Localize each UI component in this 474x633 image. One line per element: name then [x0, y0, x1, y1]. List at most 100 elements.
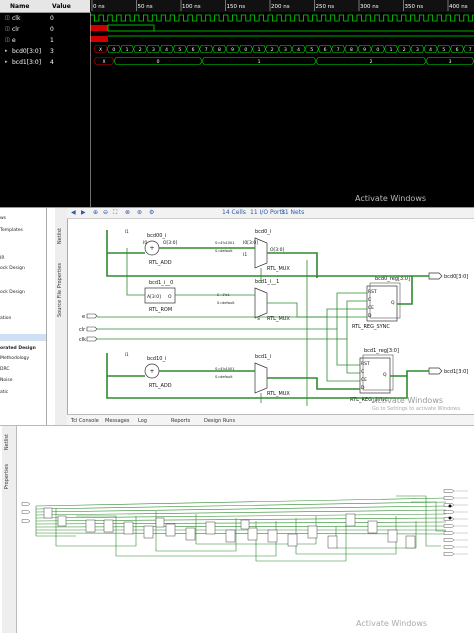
netlist-cell: [405, 535, 416, 549]
flow-navigator-item[interactable]: ation: [0, 316, 11, 321]
netlist-cell: [367, 520, 378, 534]
bcd0-value: 2: [139, 47, 142, 53]
cells-count[interactable]: 14 Cells: [222, 209, 246, 216]
signal-name: clr: [12, 26, 20, 33]
signal-row[interactable]: ▸ bcd0[3:0] 3: [0, 46, 90, 57]
q-label: Q: [383, 372, 387, 378]
d-label: D: [368, 313, 372, 319]
mux-symbol: [254, 287, 268, 319]
bcd0-out-label: bcd0[3:0]: [444, 274, 468, 280]
tab-reports[interactable]: Reports: [171, 418, 190, 424]
netlist-canvas[interactable]: [16, 426, 474, 633]
back-icon[interactable]: ◀: [71, 209, 76, 216]
signal-row[interactable]: ▸ bcd1[3:0] 4: [0, 57, 90, 68]
flow-navigator-item[interactable]: Templates: [0, 228, 23, 233]
bus-wire: [267, 377, 360, 390]
adder-out-label: O[3:0]: [163, 240, 178, 246]
zoom-out-icon[interactable]: ⊖: [103, 209, 108, 216]
name-column-header[interactable]: Name: [10, 3, 29, 10]
rtl-mux-label: RTL_MUX: [267, 266, 290, 272]
tab-netlist[interactable]: Netlist: [57, 228, 63, 244]
tab-source-file-properties[interactable]: Source File Properties: [57, 263, 63, 317]
bcd0-out-port: [428, 272, 443, 280]
netlist-cell: [307, 525, 318, 539]
ce-label: CE: [361, 377, 367, 383]
bcd0-value: 0: [112, 47, 115, 53]
clr-pulse: [107, 24, 155, 32]
zoom-in-icon[interactable]: ⊕: [93, 209, 98, 216]
netlist-wire: [35, 501, 447, 510]
select-icon[interactable]: ⊗: [125, 209, 130, 216]
flow-navigator-item[interactable]: atic: [0, 390, 8, 395]
signal-row[interactable]: ◫ clr 0: [0, 24, 90, 35]
settings-icon[interactable]: ⚙: [149, 209, 154, 216]
route-icon[interactable]: ⊛: [137, 209, 142, 216]
flow-navigator-item[interactable]: orated Design: [0, 346, 36, 351]
tab-messages[interactable]: Messages: [105, 418, 130, 424]
netlist-wire: [35, 505, 447, 513]
c-label: C: [361, 369, 364, 375]
signal-icon: ◫: [5, 26, 10, 32]
tab-design-runs[interactable]: Design Runs: [204, 418, 235, 424]
netlist-cell: [85, 519, 96, 533]
rtl-schematic-canvas[interactable]: + bcd00_i RTL_ADD O[3:0] I0 bcd0_i RTL_MUX I0[3…: [67, 218, 474, 416]
netlist-output-port: [443, 510, 455, 514]
c-label: C: [368, 297, 371, 303]
netlist-junction: [448, 516, 452, 520]
flow-navigator-item[interactable]: ock Design: [0, 266, 25, 271]
bcd0-value: 4: [165, 47, 168, 53]
netlist-cell: [143, 525, 154, 539]
bcd0-value: 9: [231, 47, 234, 53]
tab-properties[interactable]: Properties: [4, 464, 10, 489]
signal-row[interactable]: ◫ e 1: [0, 35, 90, 46]
d-label: D: [361, 385, 365, 391]
flow-navigator-item[interactable]: ock Design: [0, 290, 25, 295]
netlist-output-port: [443, 545, 455, 549]
netlist-cell: [155, 517, 165, 528]
bcd0-value: 6: [456, 47, 459, 53]
const-label: I1: [125, 229, 129, 234]
activate-windows-watermark-3: Activate Windows: [356, 619, 428, 628]
mux-sel-label: S=4'b1001: [215, 241, 234, 245]
nets-count[interactable]: 31 Nets: [281, 209, 304, 216]
netlist-wire: [396, 495, 441, 547]
netlist-cell: [185, 527, 196, 541]
bus-wire: [126, 248, 145, 296]
mux2-wire: [267, 302, 367, 318]
flow-navigator-item[interactable]: IR: [0, 256, 4, 261]
tab-netlist-2[interactable]: Netlist: [4, 434, 10, 450]
bcd0-value: 2: [403, 47, 406, 53]
bcd0-value: 3: [284, 47, 287, 53]
clk-wire: [97, 300, 367, 340]
tab-log[interactable]: Log: [138, 418, 147, 424]
time-label: 50 ns: [138, 4, 153, 10]
bcd0-reg-label: bcd0_reg[3:0]: [375, 276, 410, 282]
io-ports-count[interactable]: 11 I/O Ports: [250, 209, 285, 216]
time-label: 150 ns: [227, 4, 246, 10]
bcd1-out-label: bcd1[3:0]: [444, 369, 468, 375]
waveform-canvas[interactable]: 0 ns 50 ns 100 ns 150 ns 200 ns 250 ns 300 ns 3…: [90, 0, 474, 207]
bcd0-value: 6: [324, 47, 327, 53]
value-column-header[interactable]: Value: [52, 3, 71, 10]
flow-navigator-item[interactable]: ws: [0, 216, 6, 221]
zoom-fit-icon[interactable]: ⛶: [113, 209, 117, 217]
flow-navigator-item[interactable]: Methodology: [0, 356, 29, 361]
signal-row[interactable]: ◫ clk 0: [0, 13, 90, 24]
flow-navigator-item[interactable]: Noise: [0, 378, 12, 383]
bcd0-value: 3: [416, 47, 419, 53]
netlist-cell: [287, 533, 298, 547]
bcd0-value: 2: [271, 47, 274, 53]
rom-a-label: A[3:0]: [147, 294, 161, 300]
forward-icon[interactable]: ▶: [81, 209, 86, 216]
bcd0-value: 1: [126, 47, 129, 53]
time-label: 300 ns: [360, 4, 379, 10]
signal-name: e: [12, 37, 16, 44]
tab-tcl-console[interactable]: Tcl Console: [71, 418, 99, 424]
bcd0-i-label: bcd0_i: [255, 229, 271, 235]
waveform-header: Name Value: [0, 0, 90, 13]
netlist-output-port: [443, 489, 455, 493]
netlist-cell: [247, 527, 258, 541]
netlist-cell: [205, 521, 216, 535]
flow-navigator-item[interactable]: DRC: [0, 367, 10, 372]
netlist-output-port: [443, 531, 455, 535]
